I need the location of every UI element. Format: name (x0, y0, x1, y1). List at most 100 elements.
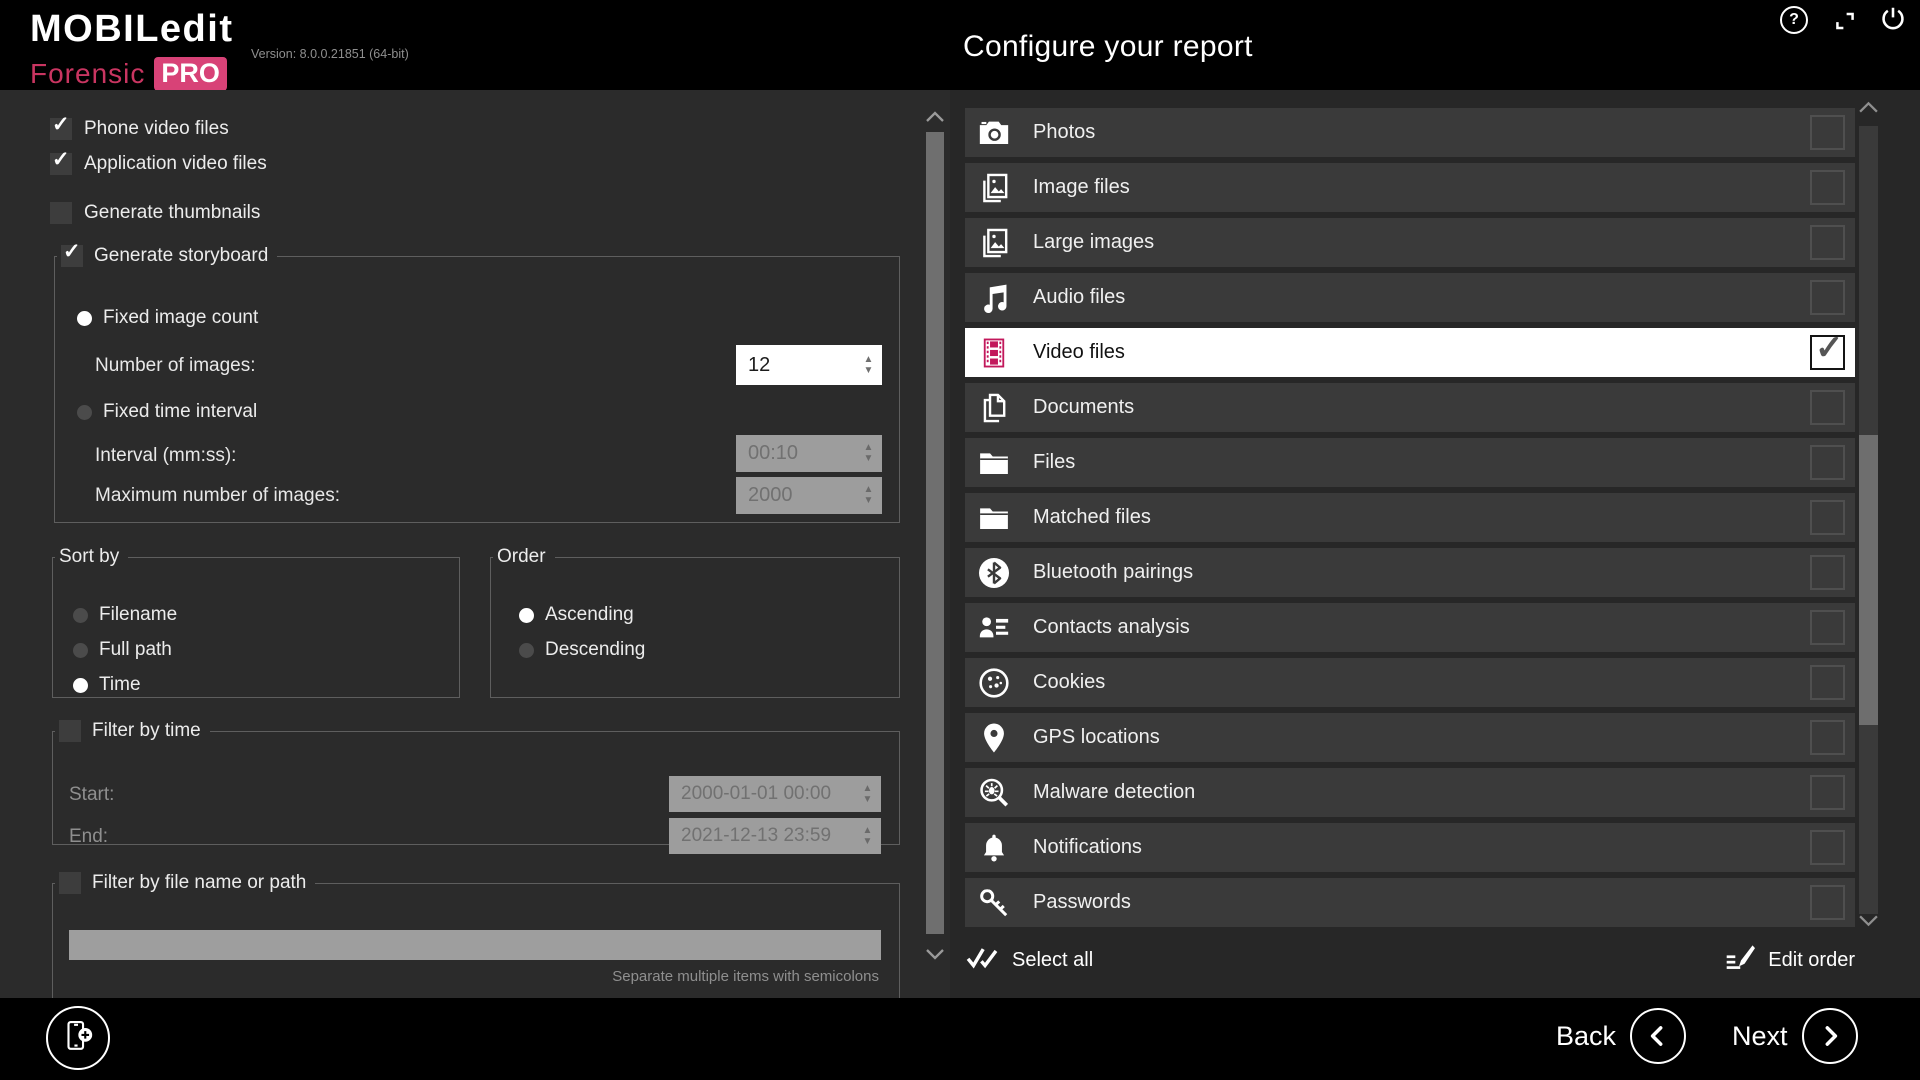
report-item-checkbox[interactable] (1810, 390, 1845, 425)
sort-time-radio[interactable] (73, 678, 88, 693)
number-of-images-input[interactable] (736, 345, 855, 385)
list-scroll-up-icon[interactable] (1858, 100, 1879, 119)
report-item-row[interactable]: Photos (965, 108, 1855, 157)
report-item-row[interactable]: Image files (965, 163, 1855, 212)
report-item-checkbox[interactable] (1810, 500, 1845, 535)
report-item-checkbox[interactable] (1810, 665, 1845, 700)
left-panel-scroll-up-icon[interactable] (925, 110, 945, 128)
next-button[interactable]: Next (1732, 1008, 1858, 1064)
fixed-time-interval-option[interactable]: Fixed time interval (77, 401, 257, 423)
resize-icon[interactable] (1832, 8, 1858, 39)
select-all-button[interactable]: Select all (965, 942, 1093, 978)
list-scroll-down-icon[interactable] (1858, 914, 1879, 933)
sort-filename-option[interactable]: Filename (73, 604, 177, 626)
report-item-row[interactable]: Audio files (965, 273, 1855, 322)
edit-order-icon (1723, 942, 1755, 978)
double-check-icon (965, 942, 999, 978)
sort-fullpath-radio[interactable] (73, 643, 88, 658)
report-item-row[interactable]: Malware detection (965, 768, 1855, 817)
fixed-image-count-option[interactable]: Fixed image count (77, 307, 258, 329)
max-images-field[interactable]: ▲▼ (736, 477, 882, 514)
interval-label: Interval (mm:ss): (95, 445, 236, 467)
report-item-label: Video files (1033, 341, 1125, 364)
spin-down-icon[interactable]: ▼ (864, 366, 874, 376)
report-item-row[interactable]: Matched files (965, 493, 1855, 542)
interval-input[interactable] (736, 435, 855, 472)
report-item-checkbox[interactable] (1810, 555, 1845, 590)
report-item-checkbox[interactable] (1810, 720, 1845, 755)
fixed-time-interval-label: Fixed time interval (103, 401, 257, 423)
report-item-checkbox[interactable] (1810, 885, 1845, 920)
spin-down-icon: ▼ (863, 837, 873, 847)
phone-video-files-checkbox[interactable] (50, 118, 72, 140)
order-descending-radio[interactable] (519, 643, 534, 658)
report-item-label: Bluetooth pairings (1033, 561, 1193, 584)
checkbox-row-generate-thumbnails[interactable]: Generate thumbnails (50, 202, 260, 224)
edit-order-button[interactable]: Edit order (1723, 942, 1855, 978)
report-item-row[interactable]: Passwords (965, 878, 1855, 927)
report-item-row[interactable]: Bluetooth pairings (965, 548, 1855, 597)
left-panel-scrollbar-thumb[interactable] (926, 132, 944, 934)
back-button[interactable]: Back (1556, 1008, 1686, 1064)
report-item-checkbox[interactable] (1810, 775, 1845, 810)
max-images-input[interactable] (736, 477, 855, 514)
report-item-row[interactable]: Large images (965, 218, 1855, 267)
add-phone-button[interactable] (46, 1006, 110, 1070)
checkbox-row-phone-video-files[interactable]: Phone video files (50, 118, 229, 140)
help-icon[interactable]: ? (1780, 6, 1808, 34)
report-item-row[interactable]: Documents (965, 383, 1855, 432)
header: MOBILedit Forensic PRO Version: 8.0.0.21… (0, 0, 1920, 90)
report-item-checkbox[interactable] (1810, 115, 1845, 150)
folder-icon (977, 501, 1011, 535)
generate-storyboard-checkbox[interactable] (61, 245, 83, 267)
order-ascending-option[interactable]: Ascending (519, 604, 634, 626)
fixed-image-count-label: Fixed image count (103, 307, 258, 329)
report-item-checkbox[interactable] (1810, 170, 1845, 205)
number-of-images-spinner[interactable]: ▲▼ (855, 345, 882, 385)
power-icon[interactable] (1878, 4, 1908, 39)
spin-down-icon: ▼ (864, 454, 874, 464)
report-item-row[interactable]: GPS locations (965, 713, 1855, 762)
checkbox-row-application-video-files[interactable]: Application video files (50, 153, 267, 175)
report-item-row[interactable]: Files (965, 438, 1855, 487)
report-item-row[interactable]: Notifications (965, 823, 1855, 872)
bell-icon (977, 831, 1011, 865)
report-item-checkbox[interactable] (1810, 225, 1845, 260)
spin-down-icon: ▼ (864, 496, 874, 506)
application-video-files-checkbox[interactable] (50, 153, 72, 175)
report-item-checkbox[interactable] (1810, 610, 1845, 645)
filter-start-field[interactable]: ▲▼ (669, 776, 881, 812)
left-panel-scroll-down-icon[interactable] (925, 948, 945, 966)
filter-start-input[interactable] (669, 776, 854, 812)
report-item-checkbox[interactable] (1810, 280, 1845, 315)
images-icon (977, 226, 1011, 260)
order-descending-option[interactable]: Descending (519, 639, 645, 661)
filter-by-time-checkbox[interactable] (59, 720, 81, 742)
spin-up-icon[interactable]: ▲ (864, 355, 874, 365)
filter-by-name-input[interactable] (69, 930, 881, 960)
report-item-checkbox[interactable] (1810, 445, 1845, 480)
page-title: Configure your report (963, 30, 1253, 64)
generate-thumbnails-checkbox[interactable] (50, 202, 72, 224)
filter-end-input[interactable] (669, 818, 854, 854)
report-item-row[interactable]: Cookies (965, 658, 1855, 707)
order-ascending-radio[interactable] (519, 608, 534, 623)
cookie-icon (977, 666, 1011, 700)
filter-end-field[interactable]: ▲▼ (669, 818, 881, 854)
sort-filename-radio[interactable] (73, 608, 88, 623)
report-item-checkbox[interactable] (1810, 830, 1845, 865)
generate-thumbnails-label: Generate thumbnails (84, 202, 260, 224)
filter-by-name-checkbox[interactable] (59, 872, 81, 894)
sort-time-option[interactable]: Time (73, 674, 141, 696)
interval-field[interactable]: ▲▼ (736, 435, 882, 472)
fixed-time-interval-radio[interactable] (77, 405, 92, 420)
list-scrollbar-thumb[interactable] (1859, 435, 1878, 725)
fixed-image-count-radio[interactable] (77, 311, 92, 326)
report-item-row[interactable]: Video files (965, 328, 1855, 377)
number-of-images-field[interactable]: ▲▼ (736, 345, 882, 385)
order-group: Order Ascending Descending (490, 546, 900, 698)
sort-fullpath-option[interactable]: Full path (73, 639, 172, 661)
logo-forensic: Forensic (30, 60, 145, 88)
report-item-checkbox[interactable] (1810, 335, 1845, 370)
report-item-row[interactable]: Contacts analysis (965, 603, 1855, 652)
